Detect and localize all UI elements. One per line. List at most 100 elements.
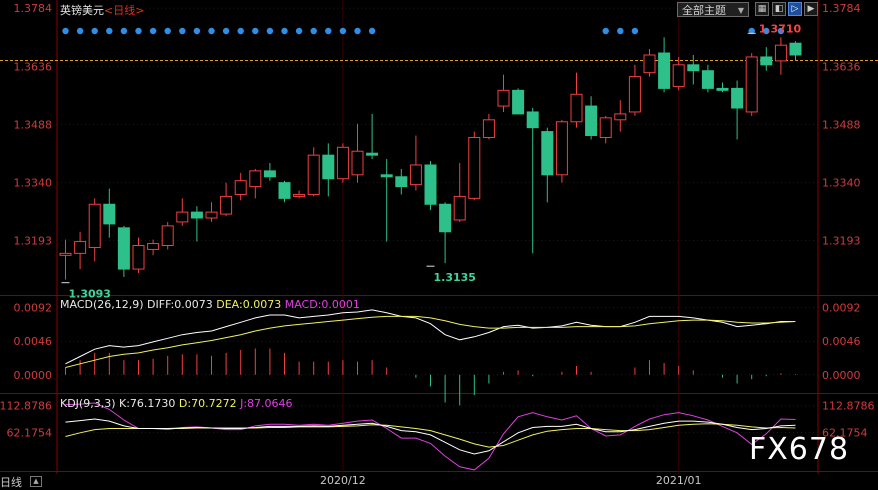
candle-body bbox=[395, 176, 408, 188]
macd-legend: MACD(26,12,9) DIFF:0.0073 DEA:0.0073 MAC… bbox=[60, 298, 360, 311]
candle-body bbox=[234, 180, 247, 195]
candle-body bbox=[351, 150, 364, 176]
candle-body bbox=[103, 203, 116, 225]
play-icon[interactable]: ▷ bbox=[788, 2, 802, 16]
macd-tick-label-right: 0.0000 bbox=[822, 369, 861, 382]
dot-marker bbox=[149, 27, 157, 35]
candle-body bbox=[614, 113, 627, 121]
price-tick-label-left: 1.3193 bbox=[14, 234, 53, 247]
candle-body bbox=[307, 154, 320, 195]
x-tick-label: 2020/12 bbox=[320, 474, 366, 487]
macd-tick-label-left: 0.0092 bbox=[14, 302, 53, 315]
candle-body bbox=[585, 105, 598, 137]
kdj-j-line bbox=[65, 402, 796, 471]
candle-body bbox=[176, 211, 189, 223]
kdj-legend-j: J:87.0646 bbox=[240, 397, 293, 410]
candle-body bbox=[512, 89, 525, 115]
dot-marker bbox=[295, 27, 303, 35]
dot-marker bbox=[179, 27, 186, 35]
instrument-name: 英镑美元 bbox=[60, 4, 104, 17]
dot-marker bbox=[339, 27, 347, 35]
top-dot-markers bbox=[62, 27, 785, 35]
candle-body bbox=[263, 170, 276, 178]
price-tick-label-right: 1.3784 bbox=[822, 2, 861, 15]
macd-tick-label-right: 0.0092 bbox=[822, 302, 861, 315]
expand-icon[interactable]: ▲ bbox=[30, 476, 42, 487]
kdj-tick-label-left: 62.1754 bbox=[7, 427, 53, 440]
candle-body bbox=[147, 243, 160, 250]
candle-body bbox=[132, 245, 145, 270]
candle-body bbox=[468, 136, 481, 199]
candle-body bbox=[190, 211, 203, 219]
dot-marker bbox=[602, 27, 609, 35]
candle-body bbox=[220, 195, 233, 215]
candle-body bbox=[453, 195, 466, 221]
kdj-legend-title: KDJ(9,3,3) bbox=[60, 397, 116, 410]
candle-body bbox=[731, 87, 744, 109]
dot-marker bbox=[208, 27, 215, 35]
kdj-tick-label-left: 112.8786 bbox=[0, 400, 52, 413]
dot-marker bbox=[631, 27, 639, 35]
candle-body bbox=[658, 52, 671, 89]
dot-marker bbox=[354, 27, 361, 35]
dot-marker bbox=[106, 27, 113, 35]
dot-marker bbox=[237, 27, 244, 35]
candle-body bbox=[687, 64, 700, 72]
bottom-period-tab[interactable]: 日线 bbox=[0, 474, 22, 490]
candle-body bbox=[672, 64, 685, 87]
candle-body bbox=[380, 174, 393, 178]
kdj-tick-label-right: 112.8786 bbox=[822, 400, 875, 413]
dot-marker bbox=[368, 27, 376, 35]
x-axis-labels: 2020/12 2021/01 bbox=[320, 474, 702, 487]
chevron-down-icon: ▼ bbox=[737, 6, 744, 15]
theme-select-label: 全部主题 bbox=[682, 4, 726, 17]
watermark: FX678 bbox=[749, 432, 850, 467]
candle-body bbox=[74, 241, 87, 254]
candle-body bbox=[293, 193, 306, 197]
candle-body bbox=[322, 154, 335, 180]
dot-marker bbox=[62, 27, 69, 35]
candle-body bbox=[336, 146, 349, 180]
price-tick-label-right: 1.3193 bbox=[822, 234, 861, 247]
dot-marker bbox=[164, 27, 171, 35]
candle-body bbox=[366, 152, 379, 156]
candle-body bbox=[482, 119, 495, 138]
dot-marker bbox=[617, 27, 624, 35]
kdj-legend-d: D:70.7272 bbox=[178, 397, 237, 410]
price-tick-label-left: 1.3340 bbox=[14, 177, 53, 190]
dot-marker bbox=[266, 27, 274, 35]
price-tick-label-right: 1.3488 bbox=[822, 119, 861, 132]
macd-legend-dea: DEA:0.0073 bbox=[216, 298, 282, 311]
price-tick-label-left: 1.3636 bbox=[14, 60, 53, 73]
back-icon[interactable]: ◧ bbox=[772, 2, 786, 16]
candle-body bbox=[424, 164, 437, 205]
candle-body bbox=[409, 164, 422, 186]
kdj-k-line bbox=[65, 418, 796, 455]
low-label: 1.3135 bbox=[434, 271, 476, 284]
grid-view-icon[interactable]: ▦ bbox=[755, 2, 769, 16]
period-label[interactable]: 日线 bbox=[113, 4, 135, 17]
chart-title: 英镑美元<日线> bbox=[60, 4, 144, 17]
candle-body bbox=[643, 54, 656, 74]
forward-icon[interactable]: ▶ bbox=[804, 2, 818, 16]
macd-tick-label-left: 0.0000 bbox=[14, 369, 53, 382]
candle-body bbox=[760, 56, 773, 66]
candle-body bbox=[117, 227, 130, 270]
dot-marker bbox=[281, 27, 288, 35]
dot-marker bbox=[120, 27, 128, 35]
candle-body bbox=[526, 111, 539, 129]
kdj-panel bbox=[65, 402, 796, 471]
candle-body bbox=[161, 225, 174, 247]
macd-legend-diff: DIFF:0.0073 bbox=[147, 298, 213, 311]
title-close-bracket: > bbox=[135, 4, 145, 17]
macd-tick-label-left: 0.0046 bbox=[14, 335, 53, 348]
price-tick-label-right: 1.3636 bbox=[822, 60, 861, 73]
candle-body bbox=[701, 70, 714, 89]
theme-select[interactable]: 全部主题 ▼ bbox=[677, 2, 749, 17]
candlestick-series: 1.30931.31351.3710 bbox=[59, 22, 802, 301]
candle-body bbox=[497, 89, 510, 107]
dot-marker bbox=[252, 27, 259, 35]
chart-canvas[interactable]: 1.30931.31351.3710 1.3784 1.37841.3636 1.3… bbox=[0, 0, 878, 490]
macd-tick-label-right: 0.0046 bbox=[822, 335, 861, 348]
dot-marker bbox=[222, 27, 230, 35]
